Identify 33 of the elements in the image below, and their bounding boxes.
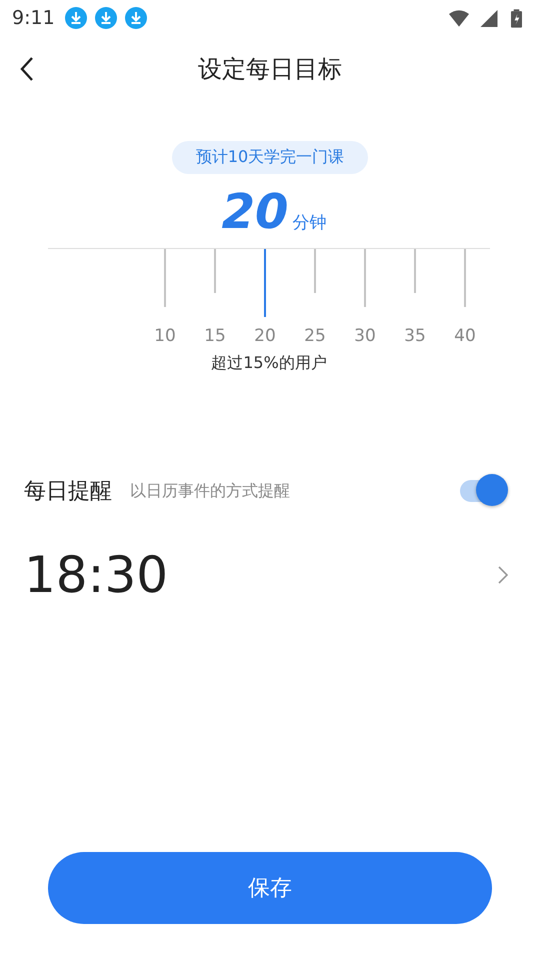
tick-label: 30 [354, 326, 376, 346]
battery-icon [511, 8, 522, 28]
download-icon [124, 7, 147, 29]
download-icon [64, 7, 87, 29]
ruler-tick[interactable] [364, 249, 366, 307]
estimate-badge: 预计10天学完一门课 [172, 141, 368, 174]
ruler-tick[interactable] [214, 249, 216, 293]
signal-icon [479, 10, 499, 26]
tick-label: 25 [304, 326, 326, 346]
ruler-tick[interactable] [164, 249, 166, 307]
ruler-tick[interactable] [314, 249, 316, 293]
ruler-tick[interactable] [264, 249, 266, 317]
status-time: 9:11 [12, 7, 55, 29]
ruler-caption: 超过15%的用户 [210, 353, 328, 374]
chevron-right-icon[interactable] [498, 566, 508, 584]
tick-label: 10 [154, 326, 176, 346]
ruler-tick[interactable] [464, 249, 466, 307]
ruler-tick[interactable] [414, 249, 416, 293]
goal-value: 20 [222, 183, 288, 242]
tick-label: 20 [254, 326, 276, 346]
reminder-label: 每日提醒 [24, 478, 112, 506]
tick-label: 15 [204, 326, 226, 346]
page-title: 设定每日目标 [198, 54, 342, 85]
tick-label: 40 [454, 326, 476, 346]
wifi-icon [449, 10, 469, 26]
save-button[interactable]: 保存 [48, 852, 492, 924]
reminder-time[interactable]: 18:30 [24, 546, 168, 604]
reminder-toggle[interactable] [458, 474, 510, 508]
reminder-description: 以日历事件的方式提醒 [130, 480, 290, 502]
tick-label: 35 [404, 326, 426, 346]
download-icon [94, 7, 117, 29]
goal-unit: 分钟 [292, 212, 326, 234]
back-icon[interactable] [20, 56, 34, 82]
